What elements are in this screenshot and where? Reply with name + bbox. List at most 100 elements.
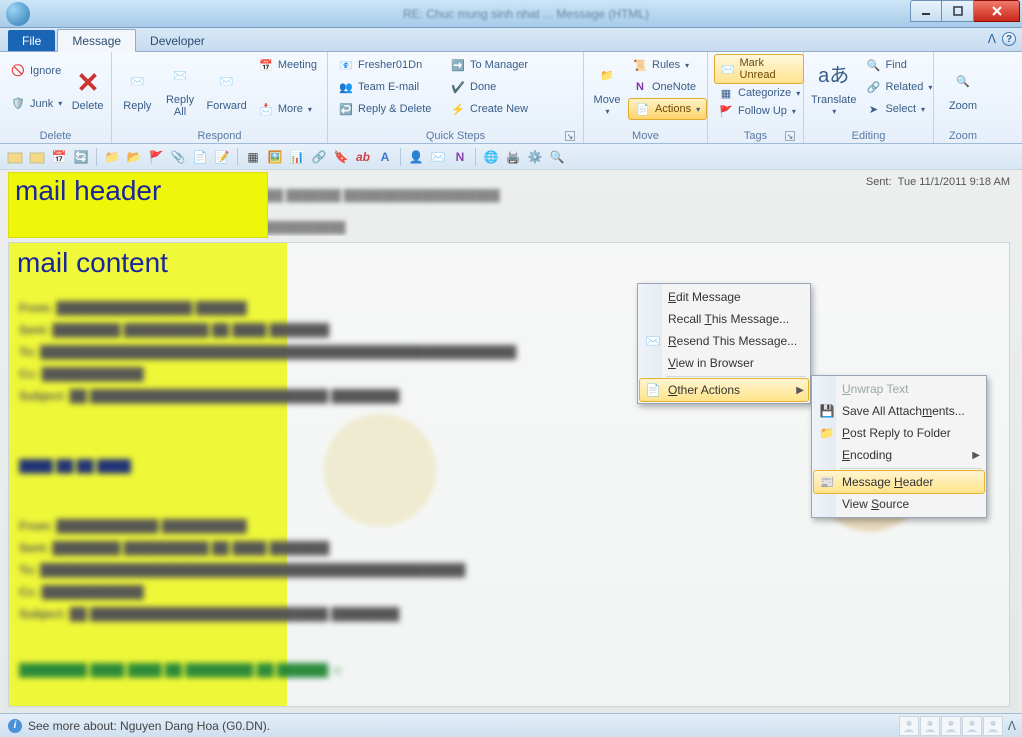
- qat-icon[interactable]: 📎: [169, 148, 187, 166]
- actions-icon: 📄: [635, 101, 651, 117]
- delete-button[interactable]: Delete: [70, 54, 105, 124]
- qat-icon[interactable]: [28, 148, 46, 166]
- quickstep-tomanager[interactable]: ➡️To Manager: [446, 54, 556, 76]
- close-button[interactable]: [974, 0, 1020, 22]
- group-label-tags: Tags↘: [714, 128, 797, 143]
- delete-icon: [72, 66, 104, 98]
- find-icon: 🔍: [865, 57, 881, 73]
- qat-icon[interactable]: 🔗: [310, 148, 328, 166]
- related-button[interactable]: 🔗Related▾: [861, 76, 936, 98]
- avatar[interactable]: [899, 716, 919, 736]
- people-pane-toggle-icon[interactable]: ᐱ: [1008, 719, 1016, 733]
- reply-all-button[interactable]: ✉️Reply All: [161, 54, 200, 124]
- select-button[interactable]: ➤Select▾: [861, 98, 936, 120]
- qat-icon[interactable]: 📁: [103, 148, 121, 166]
- tags-launcher-icon[interactable]: ↘: [785, 131, 795, 141]
- status-text: See more about: Nguyen Dang Hoa (G0.DN).: [28, 719, 270, 733]
- menu-edit-message[interactable]: Edit Message: [640, 286, 808, 308]
- menu-encoding[interactable]: Encoding▶: [814, 444, 984, 466]
- menu-resend-message[interactable]: ✉️Resend This Message...: [640, 330, 808, 352]
- help-icon[interactable]: ?: [1002, 32, 1016, 46]
- menu-view-source[interactable]: View Source: [814, 493, 984, 515]
- actions-button[interactable]: 📄Actions▾: [628, 98, 707, 120]
- zoom-button[interactable]: 🔍Zoom: [940, 54, 986, 124]
- info-icon: i: [8, 719, 22, 733]
- junk-button[interactable]: 🛡️Junk▾: [6, 93, 66, 115]
- translate-button[interactable]: aあTranslate▾: [810, 54, 857, 124]
- qat-icon[interactable]: 🖼️: [266, 148, 284, 166]
- quickstep-createnew[interactable]: ⚡Create New: [446, 98, 556, 120]
- tab-developer[interactable]: Developer: [136, 30, 219, 51]
- categorize-button[interactable]: ▦Categorize▾: [714, 84, 804, 102]
- quickstep-done[interactable]: ✔️Done: [446, 76, 556, 98]
- quicksteps-launcher-icon[interactable]: ↘: [565, 131, 575, 141]
- qat-icon[interactable]: 🚩: [147, 148, 165, 166]
- menu-recall-message[interactable]: Recall This Message...: [640, 308, 808, 330]
- menu-post-reply-folder[interactable]: 📁Post Reply to Folder: [814, 422, 984, 444]
- mail-header-overlay: mail header: [8, 172, 268, 238]
- qat-icon[interactable]: 👤: [407, 148, 425, 166]
- qat-icon[interactable]: [6, 148, 24, 166]
- qat-icon[interactable]: ⚙️: [526, 148, 544, 166]
- qat-icon[interactable]: 🖨️: [504, 148, 522, 166]
- minimize-button[interactable]: [910, 0, 942, 22]
- menu-unwrap-text[interactable]: Unwrap Text: [814, 378, 984, 400]
- qat-icon[interactable]: 📄: [191, 148, 209, 166]
- mark-unread-button[interactable]: ✉️Mark Unread: [714, 54, 804, 84]
- qat-icon[interactable]: A: [376, 148, 394, 166]
- avatar[interactable]: [962, 716, 982, 736]
- qat-icon[interactable]: 📂: [125, 148, 143, 166]
- qat-icon[interactable]: 🔍: [548, 148, 566, 166]
- actions-menu: Edit Message Recall This Message... ✉️Re…: [637, 283, 811, 404]
- qat-icon[interactable]: 📝: [213, 148, 231, 166]
- translate-icon: aあ: [818, 60, 850, 92]
- envelope-icon: ✉️: [721, 61, 736, 77]
- forward-button[interactable]: ✉️Forward: [203, 54, 249, 124]
- ribbon-tabs: File Message Developer ᐱ ?: [0, 28, 1022, 52]
- quick-access-toolbar: 📅 🔄 📁 📂 🚩 📎 📄 📝 ▦ 🖼️ 📊 🔗 🔖 ab A 👤 ✉️ N 🌐…: [0, 144, 1022, 170]
- qat-icon[interactable]: ▦: [244, 148, 262, 166]
- resend-icon: ✉️: [644, 334, 662, 348]
- menu-save-attachments[interactable]: 💾Save All Attachments...: [814, 400, 984, 422]
- group-editing: aあTranslate▾ 🔍Find 🔗Related▾ ➤Select▾ Ed…: [804, 52, 934, 143]
- meeting-button[interactable]: 📅Meeting: [254, 54, 321, 76]
- rules-button[interactable]: 📜Rules▾: [628, 54, 707, 76]
- qat-icon[interactable]: N: [451, 148, 469, 166]
- header-icon: 📰: [818, 475, 836, 489]
- quickstep-replydelete[interactable]: ↩️Reply & Delete: [334, 98, 444, 120]
- move-button[interactable]: 📁Move▾: [590, 54, 624, 124]
- reply-icon: ✉️: [121, 66, 153, 98]
- followup-button[interactable]: 🚩Follow Up▾: [714, 102, 804, 120]
- rules-icon: 📜: [632, 57, 648, 73]
- ignore-button[interactable]: 🚫Ignore: [6, 60, 66, 82]
- tab-file[interactable]: File: [8, 30, 55, 51]
- qat-icon[interactable]: 📊: [288, 148, 306, 166]
- onenote-button[interactable]: NOneNote: [628, 76, 707, 98]
- more-respond-button[interactable]: 📩More▾: [254, 98, 321, 120]
- menu-other-actions[interactable]: 📄Other Actions▶: [640, 379, 808, 401]
- quickstep-fresher[interactable]: 📧Fresher01Dn: [334, 54, 444, 76]
- avatar[interactable]: [920, 716, 940, 736]
- flag-icon: 🚩: [718, 103, 734, 119]
- menu-view-in-browser[interactable]: View in Browser: [640, 352, 808, 374]
- qat-icon[interactable]: 🔖: [332, 148, 350, 166]
- group-label-respond: Respond: [118, 128, 321, 143]
- qat-icon[interactable]: 🔄: [72, 148, 90, 166]
- junk-icon: 🛡️: [10, 96, 26, 112]
- group-label-zoom: Zoom: [940, 128, 986, 143]
- qat-icon[interactable]: 🌐: [482, 148, 500, 166]
- qat-icon[interactable]: 📅: [50, 148, 68, 166]
- app-orb-icon[interactable]: [6, 2, 30, 26]
- categorize-icon: ▦: [718, 85, 734, 101]
- qat-icon[interactable]: ✉️: [429, 148, 447, 166]
- qat-icon[interactable]: ab: [354, 148, 372, 166]
- quickstep-teamemail[interactable]: 👥Team E-mail: [334, 76, 444, 98]
- minimize-ribbon-icon[interactable]: ᐱ: [988, 32, 996, 46]
- avatar[interactable]: [941, 716, 961, 736]
- reply-button[interactable]: ✉️Reply: [118, 54, 157, 124]
- find-button[interactable]: 🔍Find: [861, 54, 936, 76]
- maximize-button[interactable]: [942, 0, 974, 22]
- avatar[interactable]: [983, 716, 1003, 736]
- menu-message-header[interactable]: 📰Message Header: [814, 471, 984, 493]
- tab-message[interactable]: Message: [57, 29, 136, 52]
